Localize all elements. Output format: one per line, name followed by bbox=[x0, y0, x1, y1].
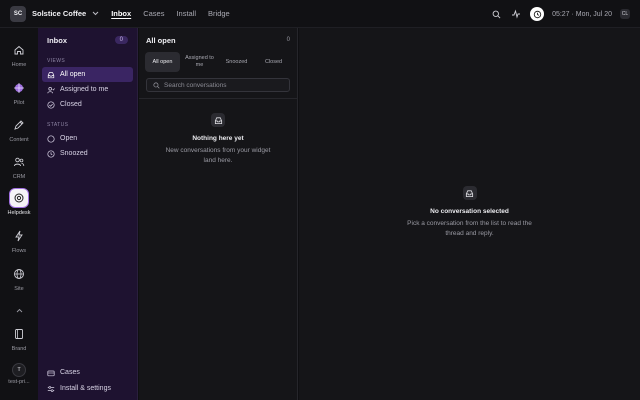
sidebar-count-badge: 0 bbox=[114, 36, 128, 44]
timer-icon[interactable] bbox=[530, 7, 545, 21]
rail-label: Pilot bbox=[13, 100, 25, 106]
sidebar-item-label: Open bbox=[60, 135, 78, 142]
top-nav: Inbox Cases Install Bridge bbox=[111, 0, 230, 28]
sidebar-footer: Cases Install & settings bbox=[38, 365, 138, 396]
sidebar-header: Inbox 0 bbox=[38, 28, 137, 52]
pen-icon bbox=[9, 115, 29, 135]
sidebar-item-assigned-to-me[interactable]: Assigned to me bbox=[42, 82, 133, 97]
filter-tab-closed[interactable]: Closed bbox=[256, 52, 291, 72]
filter-tabs: All open Assigned to me Snoozed Closed bbox=[145, 52, 291, 72]
rail-label: Home bbox=[11, 62, 27, 68]
rail-label: CRM bbox=[12, 174, 26, 180]
top-bar: SC Solstice Coffee Inbox Cases Install B… bbox=[0, 0, 640, 28]
circle-icon bbox=[47, 134, 55, 143]
rail-item-content[interactable]: Content bbox=[0, 115, 38, 143]
list-header: All open 0 bbox=[139, 28, 297, 52]
sidebar-item-label: Install & settings bbox=[60, 385, 111, 392]
globe-icon bbox=[9, 264, 29, 284]
conversation-list-pane: All open 0 All open Assigned to me Snooz… bbox=[139, 28, 298, 400]
sidebar-item-label: Cases bbox=[60, 369, 80, 376]
chevron-down-icon[interactable] bbox=[91, 10, 99, 18]
workspace-avatar[interactable]: SC bbox=[10, 5, 26, 22]
pilot-icon bbox=[9, 78, 29, 98]
rail-label: Site bbox=[14, 286, 24, 292]
sidebar-item-all-open[interactable]: All open bbox=[42, 67, 133, 82]
search-icon bbox=[152, 81, 160, 89]
rail-user[interactable]: T test-pri... bbox=[0, 363, 38, 385]
book-icon bbox=[9, 324, 29, 344]
rail-item-site[interactable]: Site bbox=[0, 264, 38, 292]
detail-empty-state: No conversation selected Pick a conversa… bbox=[299, 186, 640, 239]
rail-label: Flows bbox=[11, 248, 27, 254]
rail-label: Helpdesk bbox=[7, 210, 31, 216]
pulse-icon[interactable] bbox=[510, 8, 522, 20]
rail-item-flows[interactable]: Flows bbox=[0, 226, 38, 254]
sidebar-item-label: Closed bbox=[60, 101, 82, 108]
home-icon bbox=[9, 40, 29, 60]
user-badge[interactable]: CL bbox=[620, 9, 630, 19]
search-input[interactable] bbox=[164, 81, 284, 89]
rail-item-home[interactable]: Home bbox=[0, 40, 38, 68]
clock-icon bbox=[47, 149, 55, 158]
users-icon bbox=[9, 152, 29, 172]
sliders-icon bbox=[47, 385, 55, 393]
sidebar-item-open[interactable]: Open bbox=[42, 131, 133, 146]
status-heading: STATUS bbox=[47, 122, 69, 128]
helpdesk-icon bbox=[9, 188, 29, 208]
inbox-sidebar: Inbox 0 VIEWS All open Assigned to me Cl… bbox=[38, 28, 138, 400]
rail-item-brand[interactable]: Brand bbox=[0, 324, 38, 352]
sidebar-title: Inbox bbox=[47, 35, 67, 45]
sidebar-item-snoozed[interactable]: Snoozed bbox=[42, 146, 133, 161]
filter-tab-snoozed[interactable]: Snoozed bbox=[219, 52, 254, 72]
tab-inbox[interactable]: Inbox bbox=[111, 0, 131, 28]
avatar: T bbox=[12, 363, 26, 377]
sidebar-item-label: Snoozed bbox=[60, 150, 88, 157]
sidebar-item-closed[interactable]: Closed bbox=[42, 97, 133, 112]
detail-title: No conversation selected bbox=[430, 208, 509, 215]
empty-title: Nothing here yet bbox=[192, 135, 244, 142]
workspace-name[interactable]: Solstice Coffee bbox=[32, 9, 86, 18]
rail-item-crm[interactable]: CRM bbox=[0, 152, 38, 180]
list-count: 0 bbox=[286, 37, 290, 43]
rail-label: Content bbox=[9, 137, 29, 143]
rail-item-pilot[interactable]: Pilot bbox=[0, 78, 38, 106]
rail-collapse-toggle[interactable] bbox=[0, 300, 38, 320]
inbox-icon bbox=[211, 113, 225, 127]
app-rail: Home Pilot Content CRM Helpdesk Flows Si… bbox=[0, 28, 38, 400]
filter-tab-all-open[interactable]: All open bbox=[145, 52, 180, 72]
rail-label: Brand bbox=[11, 346, 27, 352]
sidebar-item-cases[interactable]: Cases bbox=[42, 365, 134, 380]
divider bbox=[139, 98, 297, 99]
filter-tab-assigned-to-me[interactable]: Assigned to me bbox=[182, 52, 217, 72]
rail-user-label: test-pri... bbox=[8, 379, 30, 385]
search-icon[interactable] bbox=[490, 8, 502, 20]
user-check-icon bbox=[47, 86, 55, 94]
tab-cases[interactable]: Cases bbox=[143, 0, 164, 28]
top-right-controls: 05:27 · Mon, Jul 20 CL bbox=[490, 0, 630, 28]
chevron-up-icon bbox=[9, 300, 29, 320]
search-box bbox=[146, 78, 290, 92]
conversation-detail-pane: No conversation selected Pick a conversa… bbox=[299, 28, 640, 400]
check-circle-icon bbox=[47, 100, 55, 109]
sidebar-item-install-settings[interactable]: Install & settings bbox=[42, 381, 134, 396]
sidebar-item-label: All open bbox=[60, 71, 86, 78]
list-title: All open bbox=[146, 35, 176, 45]
empty-subtitle: New conversations from your widget land … bbox=[165, 147, 271, 164]
bolt-icon bbox=[9, 226, 29, 246]
inbox-icon bbox=[47, 71, 55, 79]
tab-install[interactable]: Install bbox=[176, 0, 196, 28]
sidebar-item-label: Assigned to me bbox=[60, 86, 109, 93]
cases-icon bbox=[47, 369, 55, 377]
tab-bridge[interactable]: Bridge bbox=[208, 0, 230, 28]
detail-subtitle: Pick a conversation from the list to rea… bbox=[407, 220, 532, 237]
app: SC Solstice Coffee Inbox Cases Install B… bbox=[0, 0, 640, 400]
views-heading: VIEWS bbox=[47, 58, 66, 64]
inbox-icon bbox=[462, 186, 477, 200]
clock-readout: 05:27 · Mon, Jul 20 bbox=[552, 10, 612, 18]
list-empty-state: Nothing here yet New conversations from … bbox=[139, 113, 297, 166]
rail-item-helpdesk[interactable]: Helpdesk bbox=[0, 188, 38, 216]
